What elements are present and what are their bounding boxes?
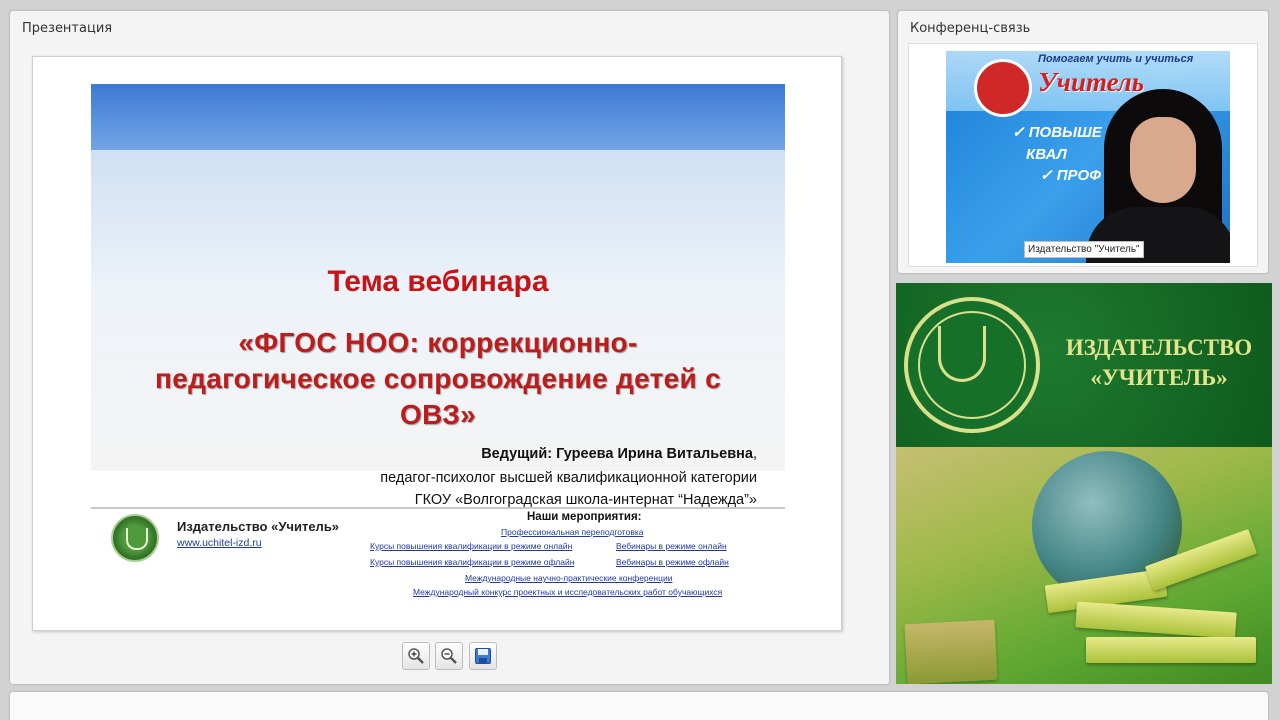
footer-publisher-name: Издательство «Учитель» bbox=[177, 519, 340, 534]
presenter-role: педагог-психолог высшей квалификационной… bbox=[380, 470, 757, 486]
footer-link-retraining[interactable]: Профессиональная переподготовка bbox=[501, 527, 643, 537]
footer-events-title: Наши мероприятия: bbox=[527, 511, 642, 523]
video-check-text-2: КВАЛ bbox=[1026, 146, 1067, 163]
presentation-panel-title: Презентация bbox=[22, 21, 113, 36]
presenter-comma: , bbox=[752, 446, 757, 462]
presenter-person bbox=[1086, 89, 1230, 263]
ad-text-line-2: «УЧИТЕЛЬ» bbox=[1090, 365, 1228, 390]
video-check-line-3: ✓ ПРОФ bbox=[1040, 167, 1101, 184]
presentation-slide: Тема вебинара «ФГОС НОО: коррекционно-пе… bbox=[32, 56, 842, 631]
save-button[interactable] bbox=[469, 642, 497, 670]
book-image bbox=[1086, 637, 1256, 663]
conference-panel: Конференц-связь Помогаем учить и учиться… bbox=[898, 11, 1268, 273]
ad-publisher-name: ИЗДАТЕЛЬСТВО «УЧИТЕЛЬ» bbox=[1056, 333, 1262, 393]
slide-heading: Тема вебинара bbox=[327, 265, 549, 298]
publisher-ad-banner: ИЗДАТЕЛЬСТВО «УЧИТЕЛЬ» bbox=[896, 283, 1272, 447]
slide-header-band bbox=[91, 84, 785, 150]
book-image bbox=[904, 619, 998, 684]
video-check-text-1: ПОВЫШЕ bbox=[1028, 124, 1102, 141]
presenter-organization: ГКОУ «Волгоградская школа-интернат “Наде… bbox=[414, 492, 757, 508]
conference-panel-title: Конференц-связь bbox=[910, 21, 1031, 36]
video-check-text-3: ПРОФ bbox=[1056, 167, 1101, 184]
footer-link-courses-online[interactable]: Курсы повышения квалификации в режиме он… bbox=[370, 541, 572, 551]
ad-text-line-1: ИЗДАТЕЛЬСТВО bbox=[1065, 335, 1253, 360]
footer-link-webinars-offline[interactable]: Вебинары в режиме офлайн bbox=[616, 557, 729, 567]
footer-link-contest[interactable]: Международный конкурс проектных и исслед… bbox=[413, 587, 722, 597]
webcam-video[interactable]: Помогаем учить и учиться Учитель ✓ ПОВЫШ… bbox=[946, 51, 1230, 263]
presentation-panel: Презентация Тема вебинара «ФГОС НОО: кор… bbox=[10, 11, 889, 684]
footer-link-conferences[interactable]: Международные научно-практические конфер… bbox=[465, 573, 672, 583]
slide-content-area: Тема вебинара «ФГОС НОО: коррекционно-пе… bbox=[91, 150, 785, 508]
publisher-emblem-icon bbox=[904, 297, 1040, 433]
video-check-line-1: ✓ ПОВЫШЕ bbox=[1012, 124, 1102, 141]
video-banner-text: Помогаем учить и учиться bbox=[1038, 53, 1194, 65]
video-frame: Помогаем учить и учиться Учитель ✓ ПОВЫШ… bbox=[908, 43, 1258, 267]
footer-link-courses-offline[interactable]: Курсы повышения квалификации в режиме оф… bbox=[370, 557, 574, 567]
video-logo-icon bbox=[974, 59, 1032, 117]
bottom-panel bbox=[10, 692, 1268, 720]
slide-footer-divider bbox=[91, 507, 785, 509]
zoom-out-icon bbox=[441, 648, 457, 664]
footer-link-webinars-online[interactable]: Вебинары в режиме онлайн bbox=[616, 541, 727, 551]
book-image bbox=[1075, 601, 1237, 639]
slide-presenter: Ведущий: Гуреева Ирина Витальевна, bbox=[481, 446, 757, 462]
footer-website-link[interactable]: www.uchitel-izd.ru bbox=[177, 537, 262, 549]
zoom-out-button[interactable] bbox=[435, 642, 463, 670]
slide-topic: «ФГОС НОО: коррекционно-педагогическое с… bbox=[155, 327, 721, 430]
zoom-in-button[interactable] bbox=[402, 642, 430, 670]
publisher-logo-icon bbox=[111, 514, 159, 562]
save-icon bbox=[475, 648, 491, 664]
zoom-in-icon bbox=[408, 648, 424, 664]
ad-books-globe-image bbox=[896, 447, 1272, 684]
video-check-line-2: КВАЛ bbox=[1026, 146, 1067, 163]
presenter-name: Ведущий: Гуреева Ирина Витальевна bbox=[481, 446, 753, 462]
video-participant-caption: Издательство "Учитель" bbox=[1024, 241, 1144, 258]
